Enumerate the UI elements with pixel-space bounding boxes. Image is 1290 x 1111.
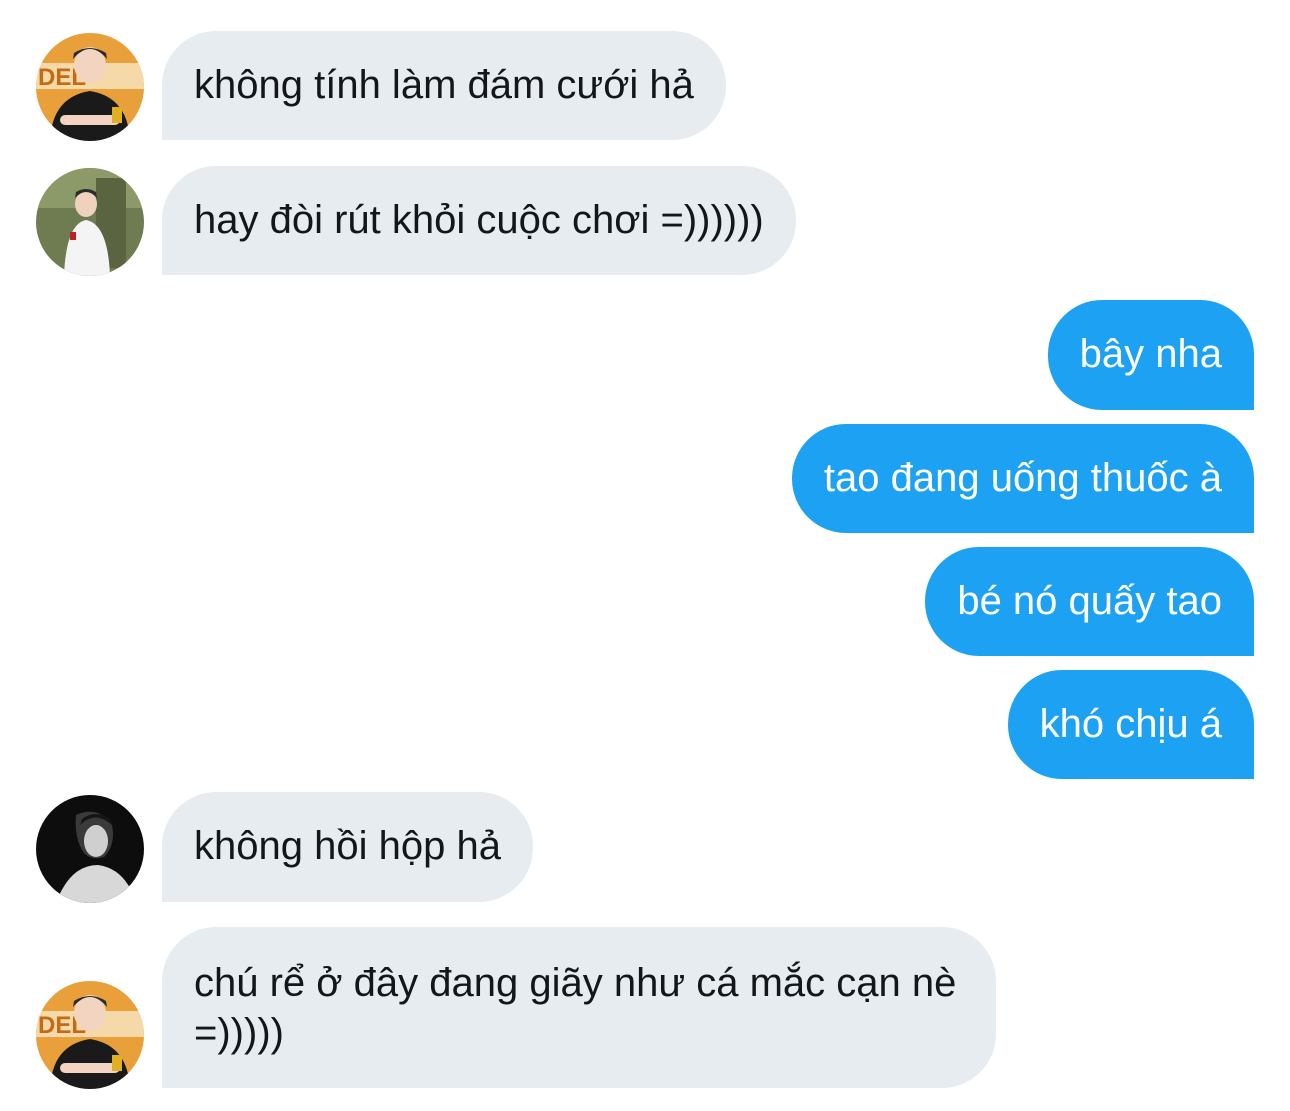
- message-bubble-outgoing[interactable]: tao đang uống thuốc à: [791, 424, 1254, 533]
- avatar-player-white-jacket-image: [36, 168, 144, 276]
- avatar-player-black-jersey-image: DEL: [36, 33, 144, 141]
- message-text: khó chịu á: [1039, 702, 1222, 746]
- message-text: tao đang uống thuốc à: [823, 456, 1222, 500]
- message-text: bé nó quấy tao: [957, 579, 1222, 623]
- message-bubble-outgoing[interactable]: khó chịu á: [1007, 670, 1254, 779]
- message-text: chú rể ở đây đang giãy như cá mắc cạn nè…: [194, 961, 957, 1055]
- message-bubble-incoming[interactable]: hay đòi rút khỏi cuộc chơi =)))))): [162, 166, 796, 275]
- avatar-player-black-jersey-image: DEL: [36, 981, 144, 1089]
- avatar[interactable]: DEL: [36, 981, 144, 1089]
- message-bubble-outgoing[interactable]: bây nha: [1047, 300, 1254, 410]
- message-text: không tính làm đám cưới hả: [194, 63, 694, 107]
- avatar[interactable]: DEL: [36, 33, 144, 141]
- message-text: hay đòi rút khỏi cuộc chơi =)))))): [194, 198, 764, 242]
- avatar[interactable]: [36, 168, 144, 276]
- message-bubble-outgoing[interactable]: bé nó quấy tao: [925, 547, 1254, 656]
- avatar[interactable]: [36, 795, 144, 903]
- avatar-dark-portrait-image: [36, 795, 144, 903]
- message-bubble-incoming[interactable]: chú rể ở đây đang giãy như cá mắc cạn nè…: [162, 927, 996, 1088]
- chat-conversation: DEL không tính làm đám cưới hả hay đòi r…: [0, 0, 1290, 1111]
- message-text: bây nha: [1079, 332, 1222, 376]
- message-text: không hồi hộp hả: [194, 824, 501, 868]
- message-bubble-incoming[interactable]: không tính làm đám cưới hả: [162, 31, 726, 140]
- message-bubble-incoming[interactable]: không hồi hộp hả: [162, 792, 533, 902]
